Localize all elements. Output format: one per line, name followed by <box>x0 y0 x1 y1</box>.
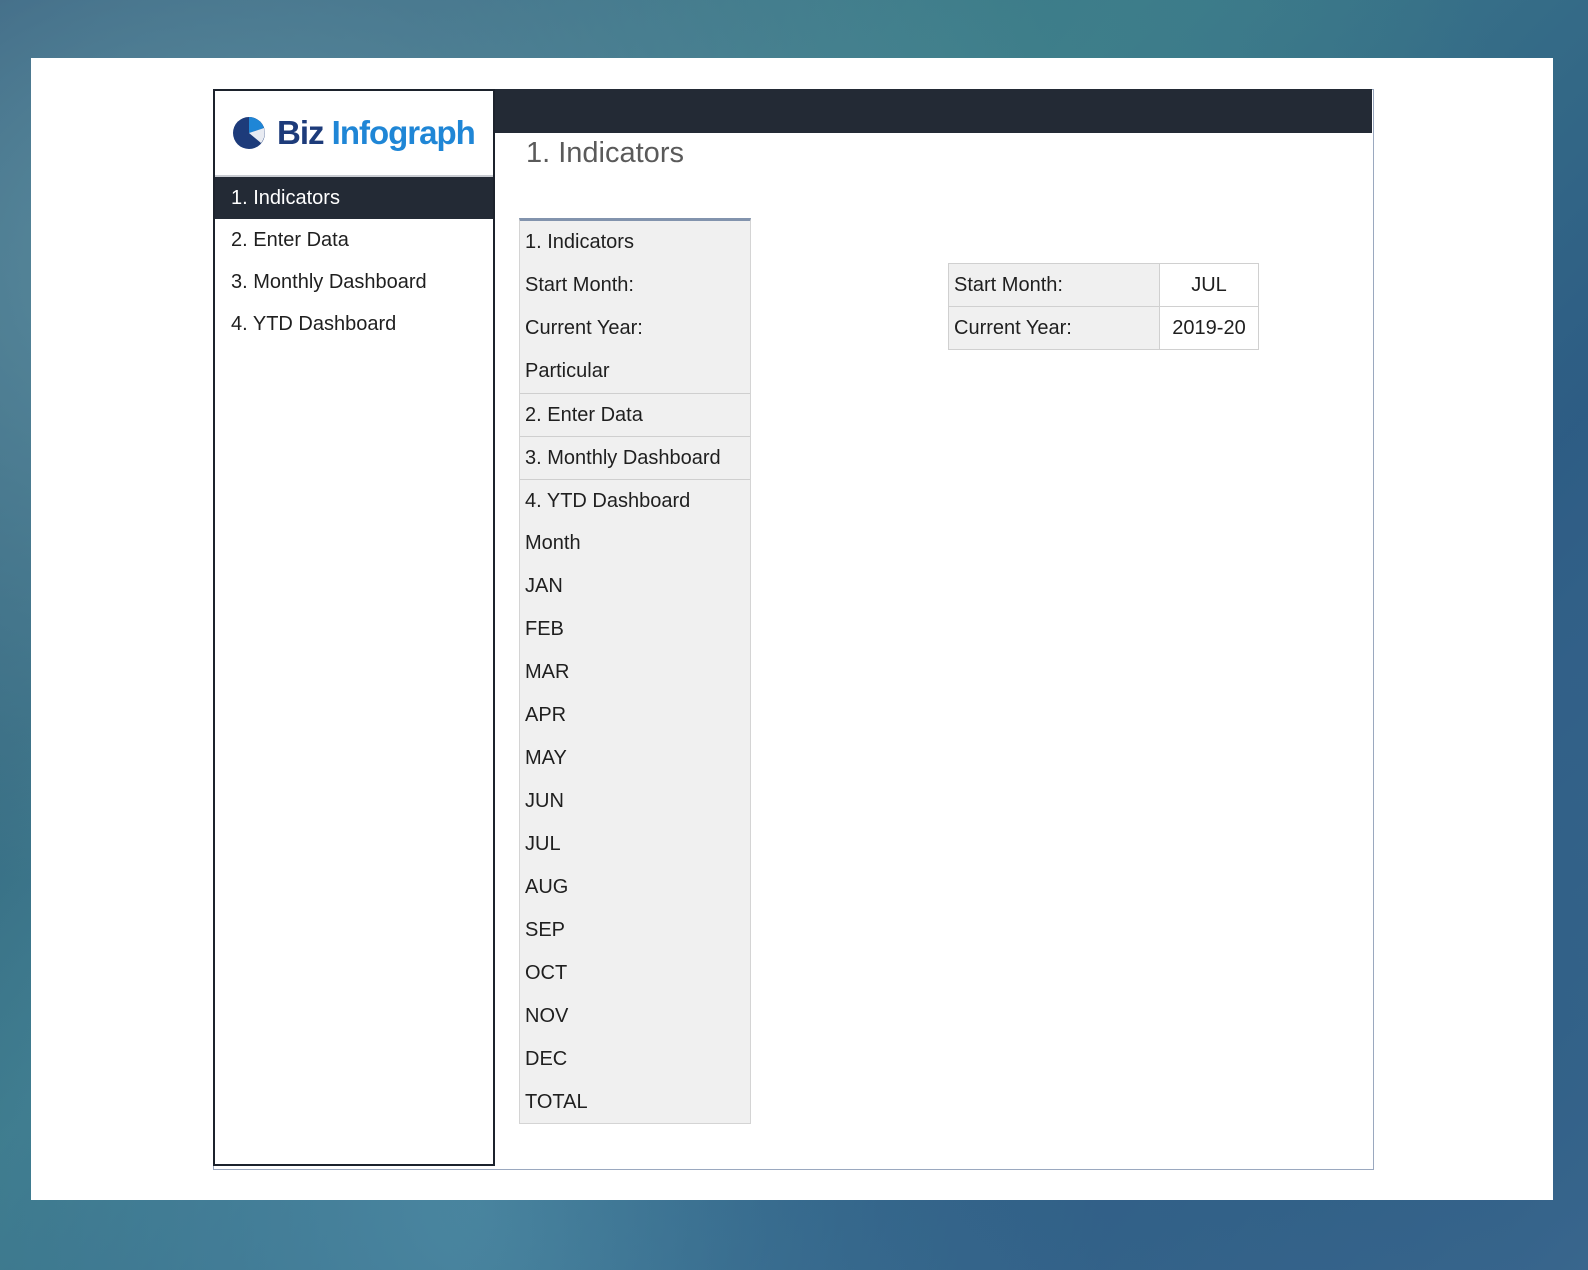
logo: Biz Infograph <box>215 91 493 177</box>
table-row: Current Year: 2019-20 <box>949 307 1259 350</box>
current-year-value[interactable]: 2019-20 <box>1160 307 1259 350</box>
list-item: TOTAL <box>520 1081 750 1124</box>
list-item: 4. YTD Dashboard <box>520 479 750 522</box>
list-item: MAR <box>520 651 750 694</box>
header-bar <box>495 89 1372 133</box>
list-item: JUN <box>520 780 750 823</box>
list-item: 3. Monthly Dashboard <box>520 436 750 479</box>
list-item: MAY <box>520 737 750 780</box>
logo-text-biz: Biz <box>277 114 324 151</box>
list-item: Particular <box>520 350 750 393</box>
sidebar-item-monthly-dashboard[interactable]: 3. Monthly Dashboard <box>215 261 493 303</box>
settings-table: Start Month: JUL Current Year: 2019-20 <box>948 263 1259 350</box>
named-ranges-panel: 1. Indicators Start Month: Current Year:… <box>519 218 751 1124</box>
logo-text-infograph: Infograph <box>332 114 475 151</box>
list-item: Current Year: <box>520 307 750 350</box>
pie-chart-icon <box>231 115 267 151</box>
list-item: JAN <box>520 565 750 608</box>
table-row: Start Month: JUL <box>949 264 1259 307</box>
sidebar-item-enter-data[interactable]: 2. Enter Data <box>215 219 493 261</box>
list-item: 1. Indicators <box>520 221 750 264</box>
list-item: JUL <box>520 823 750 866</box>
page-title: 1. Indicators <box>526 137 684 170</box>
sidebar-item-ytd-dashboard[interactable]: 4. YTD Dashboard <box>215 303 493 345</box>
list-item: NOV <box>520 995 750 1038</box>
logo-text: Biz Infograph <box>277 114 475 152</box>
list-item: DEC <box>520 1038 750 1081</box>
sidebar-item-indicators[interactable]: 1. Indicators <box>215 177 493 219</box>
sidebar: Biz Infograph 1. Indicators 2. Enter Dat… <box>213 89 495 1166</box>
list-item: FEB <box>520 608 750 651</box>
list-item: OCT <box>520 952 750 995</box>
list-item: Month <box>520 522 750 565</box>
start-month-value[interactable]: JUL <box>1160 264 1259 307</box>
list-item: 2. Enter Data <box>520 393 750 436</box>
list-item: APR <box>520 694 750 737</box>
start-month-label: Start Month: <box>949 264 1160 307</box>
list-item: Start Month: <box>520 264 750 307</box>
list-item: AUG <box>520 866 750 909</box>
current-year-label: Current Year: <box>949 307 1160 350</box>
list-item: SEP <box>520 909 750 952</box>
